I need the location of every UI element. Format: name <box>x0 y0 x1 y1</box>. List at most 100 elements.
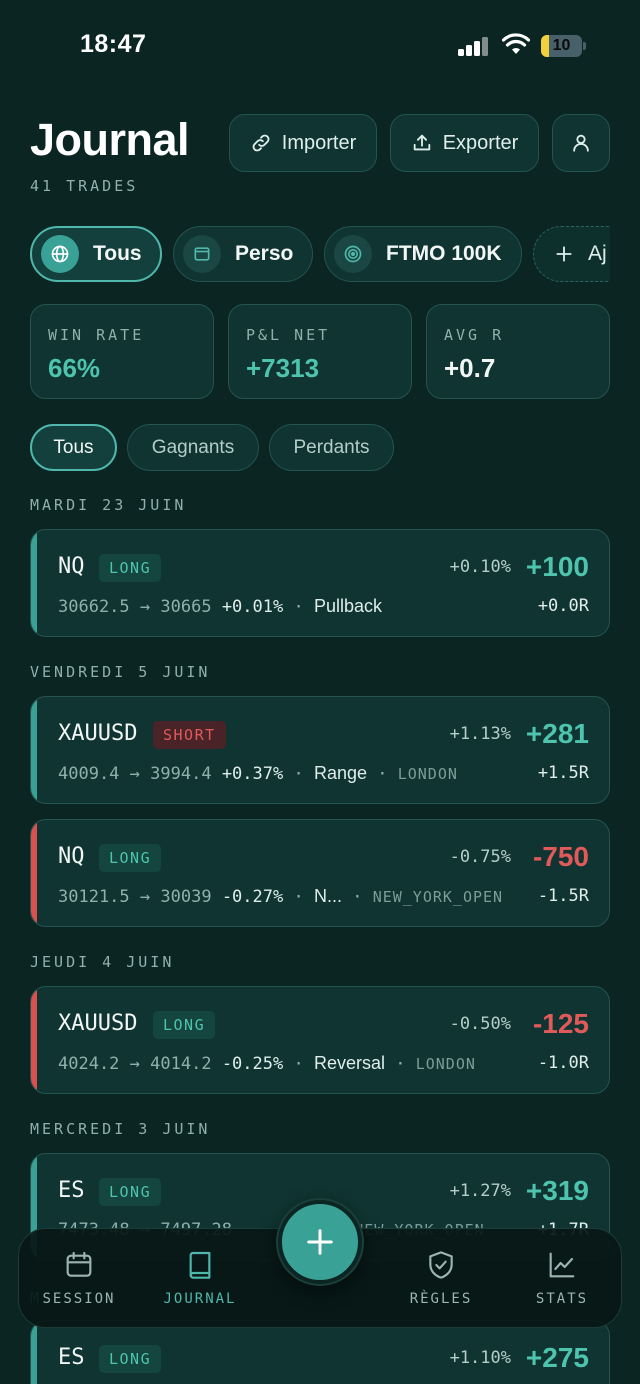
account-selector: Tous Perso FTMO 100K Aj <box>30 226 610 282</box>
trade-percent: +1.13% <box>449 724 511 744</box>
trade-session: LONDON <box>415 1055 476 1073</box>
account-pill-label: FTMO 100K <box>386 242 502 265</box>
stat-label: WIN RATE <box>48 326 145 344</box>
filter-winners[interactable]: Gagnants <box>127 424 259 471</box>
trade-symbol: XAUUSD <box>58 1011 138 1036</box>
trade-change: -0.25% <box>221 1054 284 1074</box>
trade-card[interactable]: NQ LONG -0.75% -750 30121.5 → 30039 -0.2… <box>30 819 610 927</box>
trade-r-multiple: -1.0R <box>537 1053 589 1073</box>
stat-value: 66% <box>48 353 101 383</box>
nav-journal[interactable]: JOURNAL <box>145 1229 255 1329</box>
status-bar: 18:47 10 <box>0 0 640 90</box>
trade-entry: 4009.4 <box>58 764 120 784</box>
trade-card[interactable]: XAUUSD LONG -0.50% -125 4024.2 → 4014.2 … <box>30 986 610 1094</box>
nav-label: STATS <box>535 1291 589 1307</box>
battery-level: 10 <box>552 37 571 54</box>
stat-avg-r: AVG R +0.7 <box>426 304 610 399</box>
trade-details: 30121.5 → 30039 -0.27% · N... · NEW_YORK… <box>58 886 504 907</box>
trade-count: 41 TRADES <box>30 177 139 195</box>
target-icon <box>344 245 362 263</box>
wifi-icon <box>502 33 530 54</box>
trade-percent: +1.27% <box>449 1181 511 1201</box>
stat-value: +7313 <box>246 353 320 383</box>
trade-exit: 30665 <box>160 597 212 617</box>
nav-label: JOURNAL <box>163 1291 237 1307</box>
stat-label: P&L NET <box>246 326 331 344</box>
status-time: 18:47 <box>80 30 147 58</box>
trade-card[interactable]: ES LONG +1.10% +275 <box>30 1320 610 1384</box>
trade-setup: N... <box>313 886 342 906</box>
trade-side-badge: LONG <box>99 1178 162 1206</box>
plus-icon <box>307 1229 333 1255</box>
trade-details: 4024.2 → 4014.2 -0.25% · Reversal · LOND… <box>58 1053 476 1074</box>
profile-button[interactable] <box>552 114 610 172</box>
trade-symbol: ES <box>58 1345 85 1370</box>
trade-percent: +1.10% <box>449 1348 511 1368</box>
battery-icon: 10 <box>541 35 587 57</box>
chart-line-icon <box>549 1252 575 1278</box>
trade-card[interactable]: XAUUSD SHORT +1.13% +281 4009.4 → 3994.4… <box>30 696 610 804</box>
add-account-button[interactable]: Aj <box>533 226 610 282</box>
account-pill-label: Tous <box>93 242 142 265</box>
filter-all[interactable]: Tous <box>30 424 117 471</box>
nav-stats[interactable]: STATS <box>507 1229 617 1329</box>
trade-entry: 30662.5 <box>58 597 130 617</box>
trade-side-badge: SHORT <box>153 721 226 749</box>
day-header: MARDI 23 JUIN <box>30 496 187 514</box>
wallet-icon <box>194 247 210 261</box>
user-icon <box>573 134 589 152</box>
trade-exit: 4014.2 <box>150 1054 212 1074</box>
trade-symbol: NQ <box>58 554 85 579</box>
trade-r-multiple: +1.5R <box>537 763 589 783</box>
nav-label: RÈGLES <box>409 1291 473 1307</box>
filter-losers[interactable]: Perdants <box>269 424 394 471</box>
trade-side-badge: LONG <box>153 1011 216 1039</box>
account-pill-ftmo[interactable]: FTMO 100K <box>324 226 522 282</box>
trade-pnl: +281 <box>525 718 589 749</box>
trade-setup: Range <box>313 763 367 783</box>
calendar-icon <box>66 1251 92 1277</box>
trade-r-multiple: +0.0R <box>537 596 589 616</box>
trade-pnl: +100 <box>525 551 589 582</box>
trade-session: NEW_YORK_OPEN <box>372 888 504 906</box>
trade-card[interactable]: NQ LONG +0.10% +100 30662.5 → 30665 +0.0… <box>30 529 610 637</box>
trade-exit: 3994.4 <box>150 764 212 784</box>
trade-setup: Pullback <box>313 596 382 616</box>
trade-percent: -0.50% <box>449 1014 511 1034</box>
trade-session: LONDON <box>397 765 458 783</box>
trade-change: -0.27% <box>221 887 284 907</box>
stat-pnl-net: P&L NET +7313 <box>228 304 412 399</box>
cellular-signal-icon <box>458 36 490 56</box>
trade-symbol: XAUUSD <box>58 721 138 746</box>
trade-entry: 4024.2 <box>58 1054 120 1074</box>
stat-label: AVG R <box>444 326 505 344</box>
trade-side-badge: LONG <box>99 844 162 872</box>
day-header: MERCREDI 3 JUIN <box>30 1120 211 1138</box>
trade-symbol: ES <box>58 1178 85 1203</box>
account-pill-all[interactable]: Tous <box>30 226 162 282</box>
trade-details: 4009.4 → 3994.4 +0.37% · Range · LONDON <box>58 763 458 784</box>
export-label: Exporter <box>442 131 519 154</box>
nav-rules[interactable]: RÈGLES <box>386 1229 496 1329</box>
trade-exit: 30039 <box>160 887 212 907</box>
trade-percent: -0.75% <box>449 847 511 867</box>
import-label: Importer <box>281 131 357 154</box>
nav-session[interactable]: SESSION <box>24 1229 134 1329</box>
add-account-label: Aj <box>588 242 607 265</box>
trade-symbol: NQ <box>58 844 85 869</box>
trade-change: +0.37% <box>221 764 284 784</box>
trade-change: +0.01% <box>221 597 284 617</box>
import-button[interactable]: Importer <box>229 114 377 172</box>
account-pill-label: Perso <box>235 242 294 265</box>
day-header: JEUDI 4 JUIN <box>30 953 175 971</box>
page-title: Journal <box>30 114 190 165</box>
add-trade-button[interactable] <box>278 1200 362 1284</box>
trade-pnl: -750 <box>532 841 589 872</box>
plus-icon <box>556 246 572 262</box>
trade-pnl: +275 <box>525 1342 589 1373</box>
account-pill-perso[interactable]: Perso <box>173 226 313 282</box>
trade-side-badge: LONG <box>99 554 162 582</box>
trade-pnl: +319 <box>525 1175 589 1206</box>
export-button[interactable]: Exporter <box>390 114 539 172</box>
upload-icon <box>413 134 430 151</box>
